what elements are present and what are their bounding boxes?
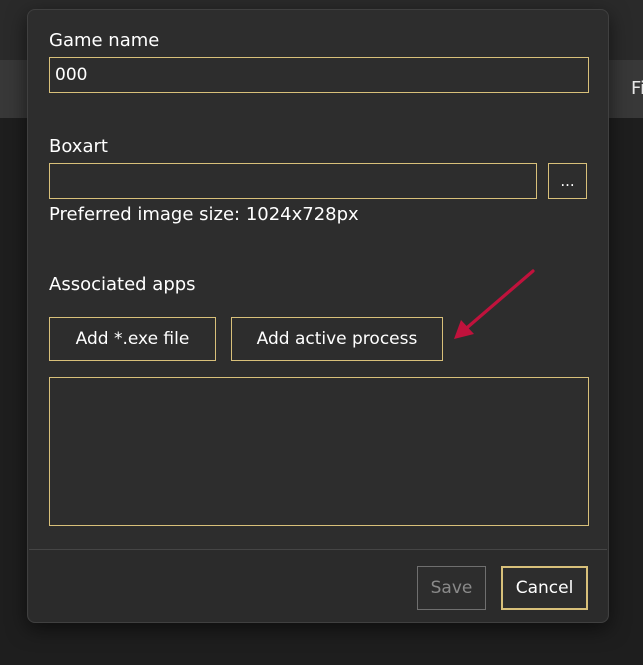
save-button[interactable]: Save [417,566,486,610]
browse-boxart-button[interactable]: ... [548,163,587,199]
footer-divider [29,549,607,550]
game-name-input[interactable]: 000 [49,57,589,93]
add-exe-file-button[interactable]: Add *.exe file [49,317,216,361]
annotation-arrow-icon [454,269,535,339]
game-name-value: 000 [55,65,88,85]
associated-apps-list[interactable] [49,377,589,526]
cancel-button[interactable]: Cancel [501,566,588,610]
associated-apps-label: Associated apps [49,274,196,295]
add-active-process-button[interactable]: Add active process [231,317,443,361]
preferred-image-size-text: Preferred image size: 1024x728px [49,204,359,225]
boxart-label: Boxart [49,136,108,157]
game-name-label: Game name [49,30,160,51]
boxart-path-input[interactable] [49,163,537,199]
background-partial-label: Fi [631,78,643,99]
